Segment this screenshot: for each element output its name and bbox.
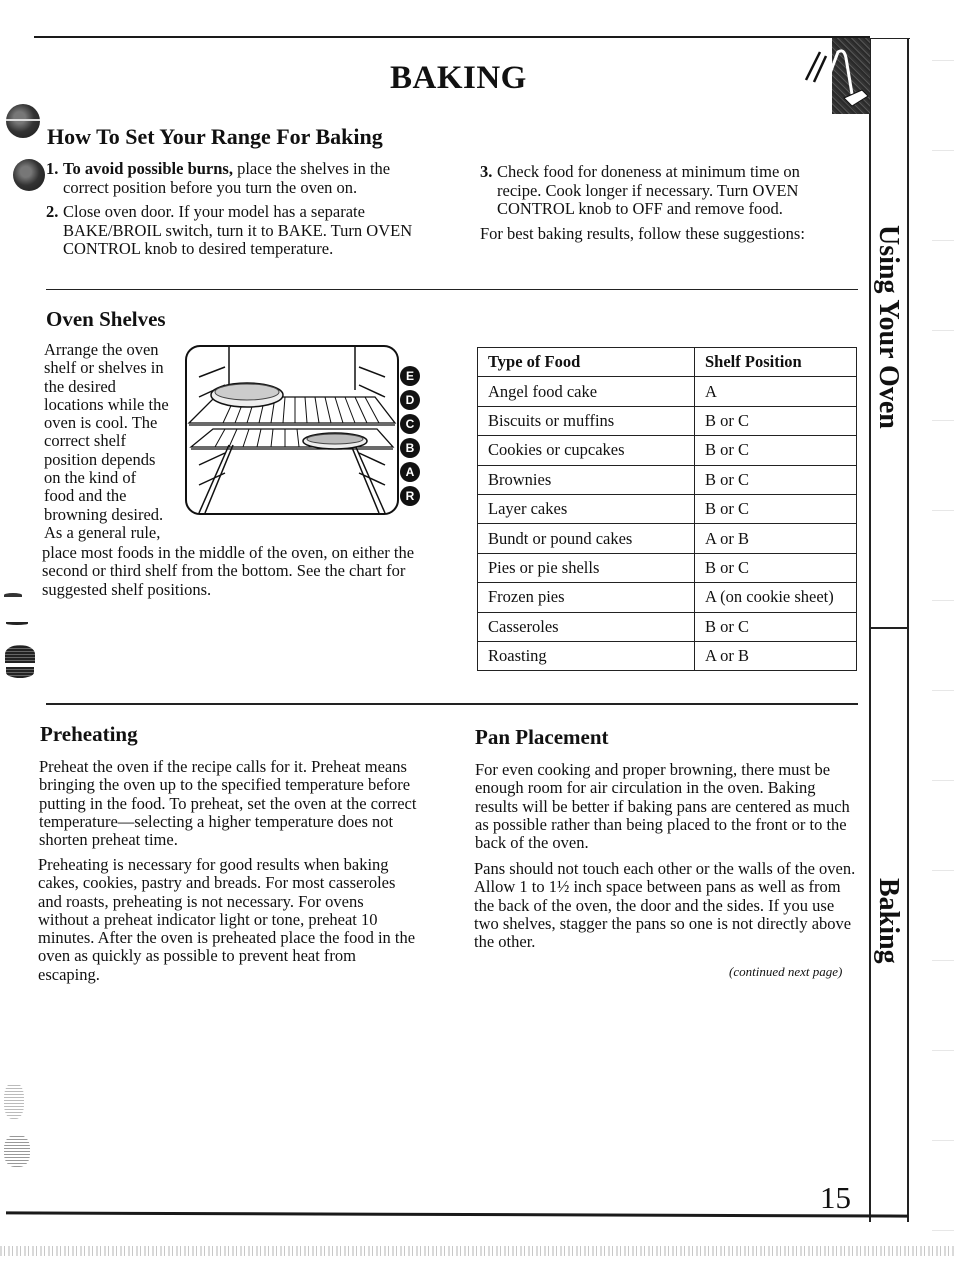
step-text: Close oven door. If your model has a sep… <box>63 202 413 258</box>
step-number: 2. <box>46 202 59 221</box>
bottom-rule <box>5 1211 909 1218</box>
step-number: 1. <box>46 159 59 178</box>
shelf-cell: A (on cookie sheet) <box>694 582 857 613</box>
shelf-cell: A or B <box>694 523 857 554</box>
step-3: 3. Check food for doneness at minimum ti… <box>480 162 840 219</box>
scan-margin-marks <box>932 0 954 1262</box>
step-2: 2. Close oven door. If your model has a … <box>46 202 426 259</box>
shelf-cell: B or C <box>694 611 857 642</box>
column-header-shelf: Shelf Position <box>694 346 857 378</box>
shelf-cell: B or C <box>694 435 857 466</box>
step-number: 3. <box>480 162 493 181</box>
table-row: Biscuits or muffins B or C <box>477 405 857 437</box>
shelf-cell: B or C <box>694 405 857 437</box>
section-divider <box>46 289 858 290</box>
side-tab-divider <box>870 627 908 629</box>
table-row: Cookies or cupcakes B or C <box>477 435 857 466</box>
suggestion-text: For best baking results, follow these su… <box>480 224 805 243</box>
shelf-cell: B or C <box>694 493 857 525</box>
oven-shelves-text-continued: place most foods in the middle of the ov… <box>42 543 415 599</box>
hole-punch-mark <box>4 1083 24 1119</box>
food-cell: Bundt or pound cakes <box>477 523 695 554</box>
side-tab-border-left <box>869 38 871 1222</box>
section-bullet-icon <box>6 104 40 138</box>
step-text: Check food for doneness at minimum time … <box>497 162 800 218</box>
shelf-cell: B or C <box>694 464 857 495</box>
hand-logo-icon <box>796 38 870 114</box>
step-bullet-icon <box>13 159 45 191</box>
step-warning: To avoid possible burns, <box>63 159 233 178</box>
table-header-row: Type of Food Shelf Position <box>477 346 857 378</box>
table-row: Bundt or pound cakes A or B <box>477 523 857 554</box>
shelf-cell: A or B <box>694 640 857 672</box>
table-row: Frozen pies A (on cookie sheet) <box>477 582 857 613</box>
table-row: Pies or pie shells B or C <box>477 552 857 584</box>
step-1: 1. To avoid possible burns, place the sh… <box>46 159 426 197</box>
shelf-label-b: B <box>400 438 420 458</box>
continued-note: (continued next page) <box>729 964 843 979</box>
preheating-heading: Preheating <box>40 722 138 746</box>
table-row: Roasting A or B <box>477 640 857 672</box>
scan-edge-noise <box>0 1246 954 1256</box>
pie-bottom-icon <box>302 432 368 450</box>
shelf-label-a: A <box>400 462 420 482</box>
oven-shelves-text: Arrange the oven shelf or shelves in the… <box>44 340 169 542</box>
side-tab-border-right <box>907 38 909 1222</box>
shelf-label-c: C <box>400 414 420 434</box>
food-cell: Layer cakes <box>477 493 695 525</box>
food-cell: Pies or pie shells <box>477 552 695 584</box>
food-cell: Brownies <box>477 464 695 495</box>
hand-pressing-icon <box>804 49 869 107</box>
shelf-cell: A <box>694 376 857 407</box>
oven-shelves-heading: Oven Shelves <box>46 307 166 331</box>
shelf-cell: B or C <box>694 552 857 584</box>
table-row: Brownies B or C <box>477 464 857 495</box>
how-to-heading: How To Set Your Range For Baking <box>47 124 383 149</box>
table-row: Layer cakes B or C <box>477 493 857 525</box>
food-cell: Cookies or cupcakes <box>477 435 695 466</box>
table-row: Casseroles B or C <box>477 611 857 642</box>
margin-mark <box>6 622 28 625</box>
pan-placement-paragraph: Pans should not touch each other or the … <box>474 859 856 952</box>
top-rule <box>34 36 870 38</box>
page-title: BAKING <box>390 60 527 96</box>
preheating-paragraph: Preheat the oven if the recipe calls for… <box>39 757 417 850</box>
food-cell: Roasting <box>477 640 695 672</box>
food-cell: Casseroles <box>477 611 695 642</box>
pan-placement-paragraph: For even cooking and proper browning, th… <box>475 760 850 853</box>
pan-placement-heading: Pan Placement <box>475 725 609 749</box>
shelf-label-r: R <box>400 486 420 506</box>
preheating-paragraph: Preheating is necessary for good results… <box>38 855 416 984</box>
pie-top-icon <box>210 382 284 408</box>
food-cell: Angel food cake <box>477 376 695 407</box>
food-cell: Frozen pies <box>477 582 695 613</box>
side-tab-baking: Baking <box>873 878 904 964</box>
hole-punch-mark <box>5 645 35 663</box>
shelf-position-table: Type of Food Shelf Position Angel food c… <box>477 346 857 672</box>
hole-punch-mark <box>4 1135 30 1167</box>
shelf-label-d: D <box>400 390 420 410</box>
section-divider <box>46 703 858 705</box>
oven-shelves-illustration <box>185 345 399 515</box>
column-header-food: Type of Food <box>477 346 695 378</box>
side-tab-using-your-oven: Using Your Oven <box>873 225 904 429</box>
shelf-label-e: E <box>400 366 420 386</box>
page-number: 15 <box>820 1180 851 1215</box>
food-cell: Biscuits or muffins <box>477 405 695 437</box>
hole-punch-mark <box>6 667 34 678</box>
margin-mark <box>4 593 22 597</box>
table-row: Angel food cake A <box>477 376 857 407</box>
